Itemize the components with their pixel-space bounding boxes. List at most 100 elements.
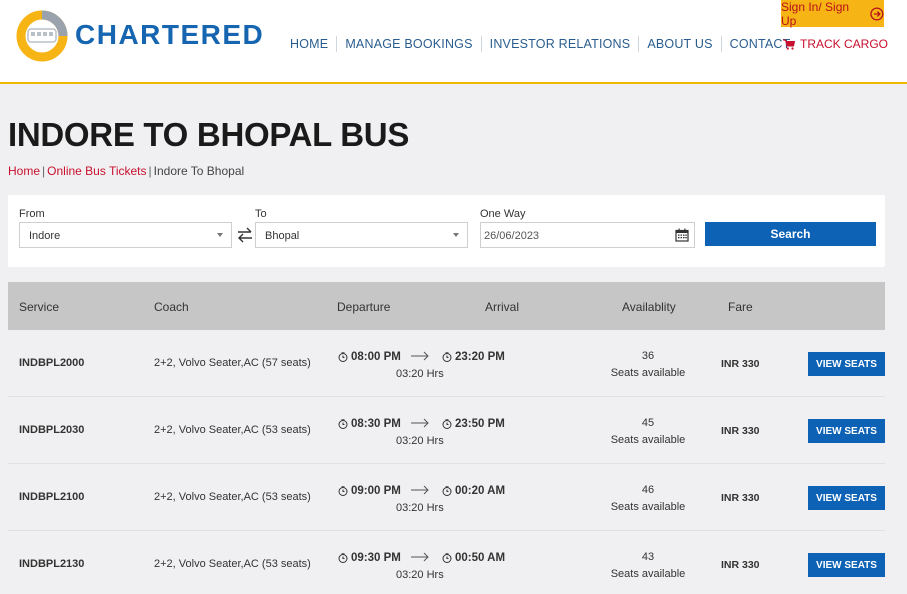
seats-count: 43 bbox=[641, 551, 655, 563]
date-value: 26/06/2023 bbox=[484, 230, 540, 242]
nav-manage-bookings[interactable]: MANAGE BOOKINGS bbox=[336, 36, 480, 52]
header-departure: Departure bbox=[337, 300, 391, 314]
view-seats-button[interactable]: VIEW SEATS bbox=[808, 419, 885, 443]
nav-home[interactable]: HOME bbox=[282, 36, 336, 52]
arrow-right-icon bbox=[411, 552, 429, 562]
breadcrumb-online-bus-tickets[interactable]: Online Bus Tickets bbox=[47, 164, 146, 178]
to-label: To bbox=[255, 208, 267, 220]
view-seats-button[interactable]: VIEW SEATS bbox=[808, 352, 885, 376]
arrival-time: 00:20 AM bbox=[442, 485, 505, 497]
clock-icon bbox=[338, 486, 348, 496]
duration: 03:20 Hrs bbox=[396, 368, 444, 380]
arrow-right-icon bbox=[411, 485, 429, 495]
departure-time: 09:30 PM bbox=[338, 552, 401, 564]
table-row: INDBPL2100 2+2, Volvo Seater,AC (53 seat… bbox=[8, 464, 885, 531]
signin-label: Sign In/ Sign Up bbox=[781, 0, 850, 28]
seats-label: Seats available bbox=[610, 501, 686, 513]
arrow-right-icon bbox=[411, 351, 429, 361]
header-coach: Coach bbox=[154, 300, 189, 314]
departure-value: 09:30 PM bbox=[351, 552, 401, 564]
clock-icon bbox=[338, 553, 348, 563]
signin-button[interactable]: Sign In/ Sign Up bbox=[781, 0, 884, 28]
view-seats-button[interactable]: VIEW SEATS bbox=[808, 553, 885, 577]
departure-value: 08:30 PM bbox=[351, 418, 401, 430]
calendar-icon[interactable] bbox=[675, 228, 689, 242]
coach-type: 2+2, Volvo Seater,AC (53 seats) bbox=[154, 558, 311, 570]
arrival-value: 00:50 AM bbox=[455, 552, 506, 564]
fare: INR 330 bbox=[721, 358, 760, 370]
page-title: INDORE TO BHOPAL BUS bbox=[8, 116, 410, 153]
arrival-value: 23:20 PM bbox=[455, 351, 505, 363]
results-table-header: Service Coach Departure Arrival Availabl… bbox=[8, 282, 885, 330]
service-code: INDBPL2000 bbox=[19, 357, 85, 369]
arrival-value: 00:20 AM bbox=[455, 485, 506, 497]
from-select[interactable]: Indore bbox=[19, 222, 232, 248]
clock-icon bbox=[442, 486, 452, 496]
view-seats-button[interactable]: VIEW SEATS bbox=[808, 486, 885, 510]
fare: INR 330 bbox=[721, 559, 760, 571]
service-code: INDBPL2030 bbox=[19, 424, 85, 436]
departure-time: 08:30 PM bbox=[338, 418, 401, 430]
from-value: Indore bbox=[29, 230, 61, 242]
arrival-time: 23:20 PM bbox=[442, 351, 505, 363]
main-nav: HOME MANAGE BOOKINGS INVESTOR RELATIONS … bbox=[282, 36, 799, 52]
seats-count: 45 bbox=[641, 417, 655, 429]
logo-icon[interactable] bbox=[16, 10, 68, 62]
seats-label: Seats available bbox=[610, 568, 686, 580]
arrival-time: 23:50 PM bbox=[442, 418, 505, 430]
departure-value: 08:00 PM bbox=[351, 351, 401, 363]
departure-time: 09:00 PM bbox=[338, 485, 401, 497]
service-code: INDBPL2130 bbox=[19, 558, 85, 570]
table-row: INDBPL2030 2+2, Volvo Seater,AC (53 seat… bbox=[8, 397, 885, 464]
header-service: Service bbox=[19, 300, 60, 314]
from-label: From bbox=[19, 208, 45, 220]
seats-label: Seats available bbox=[610, 434, 686, 446]
search-button[interactable]: Search bbox=[705, 222, 876, 246]
cart-icon bbox=[783, 39, 795, 50]
coach-type: 2+2, Volvo Seater,AC (53 seats) bbox=[154, 424, 311, 436]
breadcrumb-current: Indore To Bhopal bbox=[153, 164, 245, 178]
duration: 03:20 Hrs bbox=[396, 569, 444, 581]
arrow-right-icon bbox=[411, 418, 429, 428]
signin-arrow-icon bbox=[870, 6, 884, 21]
site-header: CHARTERED HOME MANAGE BOOKINGS INVESTOR … bbox=[0, 0, 907, 84]
clock-icon bbox=[442, 419, 452, 429]
table-row: INDBPL2130 2+2, Volvo Seater,AC (53 seat… bbox=[8, 531, 885, 594]
date-input[interactable]: 26/06/2023 bbox=[480, 222, 695, 248]
breadcrumb-home[interactable]: Home bbox=[8, 164, 40, 178]
track-cargo-label: TRACK CARGO bbox=[800, 37, 889, 51]
table-row: INDBPL2000 2+2, Volvo Seater,AC (57 seat… bbox=[8, 330, 885, 397]
header-fare: Fare bbox=[728, 300, 753, 314]
duration: 03:20 Hrs bbox=[396, 435, 444, 447]
seats-count: 36 bbox=[641, 350, 655, 362]
brand-name[interactable]: CHARTERED bbox=[75, 19, 264, 51]
header-availability: Availablity bbox=[622, 300, 676, 314]
nav-investor-relations[interactable]: INVESTOR RELATIONS bbox=[480, 36, 639, 52]
seats-count: 46 bbox=[641, 484, 655, 496]
clock-icon bbox=[338, 352, 348, 362]
header-arrival: Arrival bbox=[485, 300, 520, 314]
departure-value: 09:00 PM bbox=[351, 485, 401, 497]
track-cargo-link[interactable]: TRACK CARGO bbox=[783, 37, 888, 51]
chevron-down-icon bbox=[217, 233, 223, 237]
duration: 03:20 Hrs bbox=[396, 502, 444, 514]
breadcrumb: Home | Online Bus Tickets | Indore To Bhopal bbox=[8, 164, 245, 178]
coach-type: 2+2, Volvo Seater,AC (57 seats) bbox=[154, 357, 311, 369]
to-select[interactable]: Bhopal bbox=[255, 222, 468, 248]
nav-about-us[interactable]: ABOUT US bbox=[638, 36, 720, 52]
clock-icon bbox=[442, 352, 452, 362]
coach-type: 2+2, Volvo Seater,AC (53 seats) bbox=[154, 491, 311, 503]
seats-label: Seats available bbox=[610, 367, 686, 379]
fare: INR 330 bbox=[721, 492, 760, 504]
fare: INR 330 bbox=[721, 425, 760, 437]
departure-time: 08:00 PM bbox=[338, 351, 401, 363]
clock-icon bbox=[338, 419, 348, 429]
date-label: One Way bbox=[480, 208, 526, 220]
clock-icon bbox=[442, 553, 452, 563]
arrival-time: 00:50 AM bbox=[442, 552, 505, 564]
arrival-value: 23:50 PM bbox=[455, 418, 505, 430]
swap-icon[interactable] bbox=[237, 226, 253, 244]
chevron-down-icon bbox=[453, 233, 459, 237]
service-code: INDBPL2100 bbox=[19, 491, 85, 503]
to-value: Bhopal bbox=[265, 230, 300, 242]
